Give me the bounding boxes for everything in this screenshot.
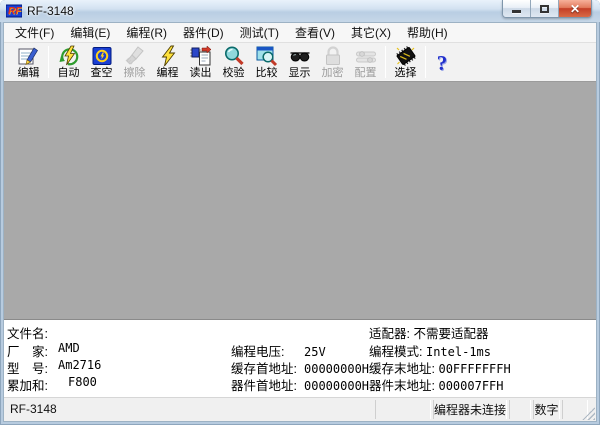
client-area — [4, 82, 596, 320]
edit-button[interactable]: 编辑 — [12, 44, 45, 80]
window-title: RF-3148 — [27, 4, 74, 18]
app-window: RF RF RF-3148 ✕ 文件(F) 编辑(E) 编程(R) 器件(D) … — [0, 0, 600, 425]
edit-icon — [18, 45, 40, 67]
select-device-button[interactable]: 选择 — [389, 44, 422, 80]
buffer-end-label: 缓存末地址: — [369, 362, 435, 376]
menu-test[interactable]: 测试(T) — [232, 22, 287, 43]
mode-label: 编程模式: — [369, 345, 423, 359]
menu-help[interactable]: 帮助(H) — [399, 22, 456, 43]
app-logo-icon: RF RF — [6, 4, 22, 18]
adapter-value: 不需要适配器 — [413, 327, 489, 341]
display-button[interactable]: 显示 — [283, 44, 316, 80]
blank-check-button[interactable]: 查空 — [85, 44, 118, 80]
model-value: Am2716 — [58, 358, 102, 372]
status-numlock: 数字 — [533, 400, 560, 419]
help-icon: ? — [436, 50, 448, 75]
erase-button: 擦除 — [118, 44, 151, 80]
device-end-value: 000007FFH — [438, 379, 504, 393]
erase-icon — [124, 45, 146, 67]
maximize-button[interactable] — [531, 0, 559, 17]
compare-icon — [256, 45, 278, 67]
read-button[interactable]: 读出 — [184, 44, 217, 80]
display-icon — [289, 45, 311, 67]
maximize-icon — [540, 4, 549, 13]
adapter-label: 适配器: — [369, 327, 410, 341]
adapter-field: 适配器: 不需要适配器 — [369, 323, 488, 342]
window-controls: ✕ — [502, 0, 592, 18]
device-start-value: 00000000H — [304, 379, 370, 393]
menu-file[interactable]: 文件(F) — [7, 22, 62, 43]
config-button: 配置 — [349, 44, 382, 80]
device-end-label: 器件末地址: — [369, 379, 435, 393]
svg-text:RF: RF — [8, 6, 22, 17]
menu-device[interactable]: 器件(D) — [175, 22, 232, 43]
toolbar: 编辑 自动 查空 擦除 编程 读出 校验 比较 显示 加密 配置 选择 ? — [4, 43, 596, 82]
device-start-label: 器件首地址: — [231, 379, 297, 393]
help-button[interactable]: ? — [429, 44, 455, 80]
minimize-icon — [512, 10, 521, 13]
encrypt-button: 加密 — [316, 44, 349, 80]
verify-button[interactable]: 校验 — [217, 44, 250, 80]
menu-other[interactable]: 其它(X) — [343, 22, 399, 43]
mode-value: Intel-1ms — [425, 345, 491, 359]
close-icon: ✕ — [569, 1, 581, 16]
device-info-panel: 文件名: 适配器: 不需要适配器 厂 家: AMD 编程电压: 25V 编程模式:… — [4, 320, 596, 397]
device-start-field: 器件首地址: 00000000H — [231, 375, 369, 394]
status-bar: RF-3148 编程器未连接 数字 — [4, 397, 596, 421]
close-button[interactable]: ✕ — [559, 0, 591, 17]
minimize-button[interactable] — [503, 0, 531, 17]
voltage-value: 25V — [304, 345, 326, 359]
status-message: RF-3148 — [10, 402, 57, 416]
verify-icon — [223, 45, 245, 67]
buffer-start-value: 00000000H — [304, 362, 370, 376]
manufacturer-value: AMD — [58, 341, 80, 355]
select-chip-icon — [395, 45, 417, 67]
menu-view[interactable]: 查看(V) — [287, 22, 343, 43]
file-name-label: 文件名: — [7, 327, 48, 341]
menu-program[interactable]: 编程(R) — [118, 22, 175, 43]
window-body: 文件(F) 编辑(E) 编程(R) 器件(D) 测试(T) 查看(V) 其它(X… — [3, 22, 597, 422]
title-bar[interactable]: RF RF RF-3148 ✕ — [0, 0, 600, 22]
toolbar-separator — [385, 46, 386, 78]
checksum-label: 累加和: — [7, 379, 48, 393]
auto-icon — [58, 45, 80, 67]
status-panel-empty-2 — [509, 400, 531, 419]
status-panel-empty-1 — [375, 400, 431, 419]
device-end-field: 器件末地址: 000007FFH — [369, 375, 504, 394]
toolbar-separator — [48, 46, 49, 78]
compare-button[interactable]: 比较 — [250, 44, 283, 80]
toolbar-separator — [425, 46, 426, 78]
checksum-value: F800 — [68, 375, 97, 389]
config-icon — [355, 45, 377, 67]
encrypt-icon — [322, 45, 344, 67]
menu-edit[interactable]: 编辑(E) — [62, 22, 118, 43]
program-button[interactable]: 编程 — [151, 44, 184, 80]
menu-bar: 文件(F) 编辑(E) 编程(R) 器件(D) 测试(T) 查看(V) 其它(X… — [4, 23, 596, 43]
status-connection: 编程器未连接 — [433, 400, 507, 419]
auto-button[interactable]: 自动 — [52, 44, 85, 80]
resize-grip-icon[interactable] — [582, 407, 595, 420]
blank-check-icon — [91, 45, 113, 67]
buffer-end-value: 00FFFFFFFH — [438, 362, 511, 376]
program-icon — [157, 45, 179, 67]
read-icon — [190, 45, 212, 67]
